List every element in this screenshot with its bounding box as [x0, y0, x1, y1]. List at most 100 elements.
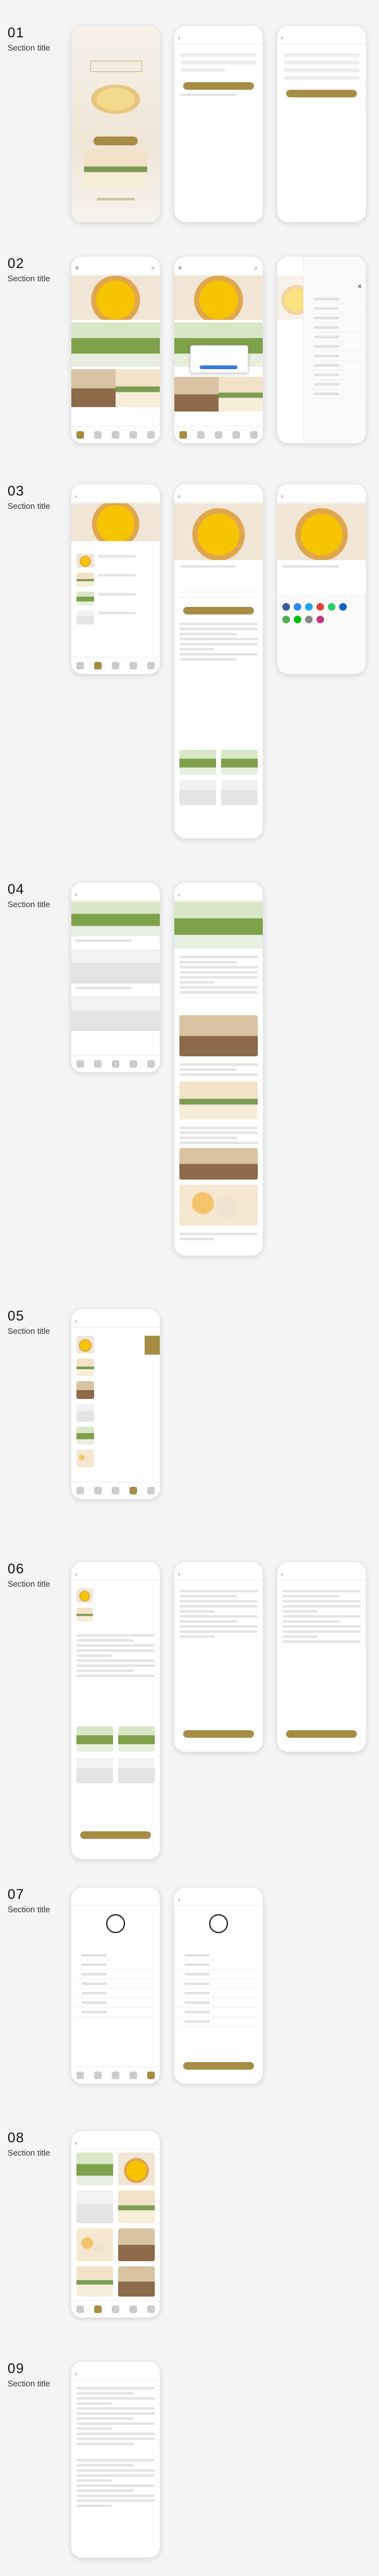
favorite-thumb[interactable] [76, 1358, 94, 1376]
tab-account[interactable] [147, 1060, 155, 1068]
tab-shop[interactable] [94, 431, 102, 439]
product-image[interactable] [174, 377, 219, 412]
email-input[interactable] [284, 68, 359, 72]
recommend-item[interactable] [118, 1726, 155, 1752]
news-image[interactable] [71, 949, 160, 984]
category-tile[interactable] [118, 2228, 155, 2261]
linkedin-icon[interactable] [339, 603, 347, 611]
tab-shop[interactable] [94, 1487, 102, 1494]
menu-item[interactable] [308, 361, 362, 370]
banner-image[interactable] [71, 276, 160, 320]
category-tile[interactable] [76, 2190, 113, 2223]
back-arrow-icon[interactable]: ‹ [178, 35, 180, 42]
back-arrow-icon[interactable]: ‹ [281, 493, 283, 500]
back-arrow-icon[interactable]: ‹ [281, 35, 283, 42]
account-menu-item[interactable] [75, 1979, 156, 1989]
profile-field[interactable] [178, 1989, 259, 1998]
tab-account[interactable] [147, 431, 155, 439]
profile-field[interactable] [178, 1998, 259, 2008]
add-to-cart-button[interactable] [183, 607, 254, 614]
product-thumb[interactable] [76, 592, 94, 606]
tab-favorite[interactable] [129, 2072, 137, 2079]
twitter-icon[interactable] [305, 603, 313, 611]
hamburger-menu-icon[interactable]: ≡ [178, 265, 182, 272]
submit-login-button[interactable] [183, 82, 254, 90]
news-image[interactable] [71, 996, 160, 1031]
tab-home[interactable] [76, 2305, 84, 2313]
tab-account[interactable] [147, 2305, 155, 2313]
back-arrow-icon[interactable]: ‹ [178, 493, 180, 500]
back-arrow-icon[interactable]: ‹ [75, 891, 77, 898]
back-arrow-icon[interactable]: ‹ [178, 891, 180, 898]
popup-button[interactable] [200, 365, 238, 369]
next-step-button[interactable] [183, 1730, 254, 1738]
tab-cart[interactable] [112, 1487, 119, 1494]
menu-item[interactable] [308, 333, 362, 342]
category-tile[interactable] [118, 2266, 155, 2297]
close-icon[interactable]: × [358, 282, 362, 291]
search-icon[interactable]: ⌕ [254, 265, 258, 272]
category-tile[interactable] [118, 2190, 155, 2223]
favorite-thumb[interactable] [76, 1381, 94, 1399]
category-tile[interactable] [118, 2152, 155, 2185]
product-image[interactable] [71, 369, 116, 407]
tab-account[interactable] [250, 431, 258, 439]
tab-favorite[interactable] [129, 431, 137, 439]
delete-swipe-action[interactable] [145, 1336, 160, 1355]
tab-home[interactable] [76, 1487, 84, 1494]
back-arrow-icon[interactable]: ‹ [281, 1571, 283, 1578]
account-menu-item[interactable] [75, 1960, 156, 1970]
profile-field[interactable] [178, 2017, 259, 2027]
menu-item[interactable] [308, 370, 362, 380]
search-icon[interactable]: ⌕ [151, 265, 155, 272]
tab-shop[interactable] [94, 662, 102, 669]
back-arrow-icon[interactable]: ‹ [75, 2140, 77, 2147]
submit-register-button[interactable] [286, 90, 357, 97]
phone-input[interactable] [284, 61, 359, 64]
tab-cart[interactable] [215, 431, 222, 439]
menu-item[interactable] [308, 351, 362, 361]
tab-favorite[interactable] [129, 1060, 137, 1068]
name-input[interactable] [284, 53, 359, 57]
tab-shop[interactable] [197, 431, 205, 439]
menu-item[interactable] [308, 295, 362, 304]
back-arrow-icon[interactable]: ‹ [178, 1571, 180, 1578]
menu-item[interactable] [308, 304, 362, 314]
google-icon[interactable] [316, 603, 324, 611]
tab-home[interactable] [76, 2072, 84, 2079]
product-thumb[interactable] [76, 554, 94, 568]
tab-cart[interactable] [112, 2305, 119, 2313]
tab-cart[interactable] [112, 662, 119, 669]
tab-account[interactable] [147, 662, 155, 669]
product-image[interactable] [116, 369, 160, 407]
hamburger-menu-icon[interactable]: ≡ [75, 265, 79, 272]
account-menu-item[interactable] [75, 1998, 156, 2008]
recommend-item[interactable] [179, 780, 216, 805]
menu-item[interactable] [308, 314, 362, 323]
tab-favorite[interactable] [129, 2305, 137, 2313]
menu-item[interactable] [308, 323, 362, 333]
recommend-item[interactable] [76, 1758, 113, 1783]
tab-home[interactable] [76, 1060, 84, 1068]
product-thumb[interactable] [76, 611, 94, 625]
back-arrow-icon[interactable]: ‹ [178, 1896, 180, 1903]
account-input[interactable] [181, 53, 256, 57]
checkout-button[interactable] [80, 1831, 151, 1839]
category-tile[interactable] [76, 2152, 113, 2185]
account-menu-item[interactable] [75, 1989, 156, 1998]
back-arrow-icon[interactable]: ‹ [75, 493, 77, 500]
tab-favorite[interactable] [232, 431, 240, 439]
cart-item-thumb[interactable] [76, 1589, 93, 1602]
profile-field[interactable] [178, 1979, 259, 1989]
category-tile[interactable] [76, 2266, 113, 2297]
tab-shop[interactable] [94, 2072, 102, 2079]
instagram-icon[interactable] [316, 616, 324, 623]
whatsapp-icon[interactable] [328, 603, 335, 611]
banner-image[interactable] [174, 276, 263, 320]
wechat-icon[interactable] [282, 616, 290, 623]
captcha-input[interactable] [181, 68, 225, 72]
back-arrow-icon[interactable]: ‹ [75, 1571, 77, 1578]
product-thumb[interactable] [76, 573, 94, 587]
favorite-thumb[interactable] [76, 1404, 94, 1422]
cart-item-thumb[interactable] [76, 1608, 93, 1621]
